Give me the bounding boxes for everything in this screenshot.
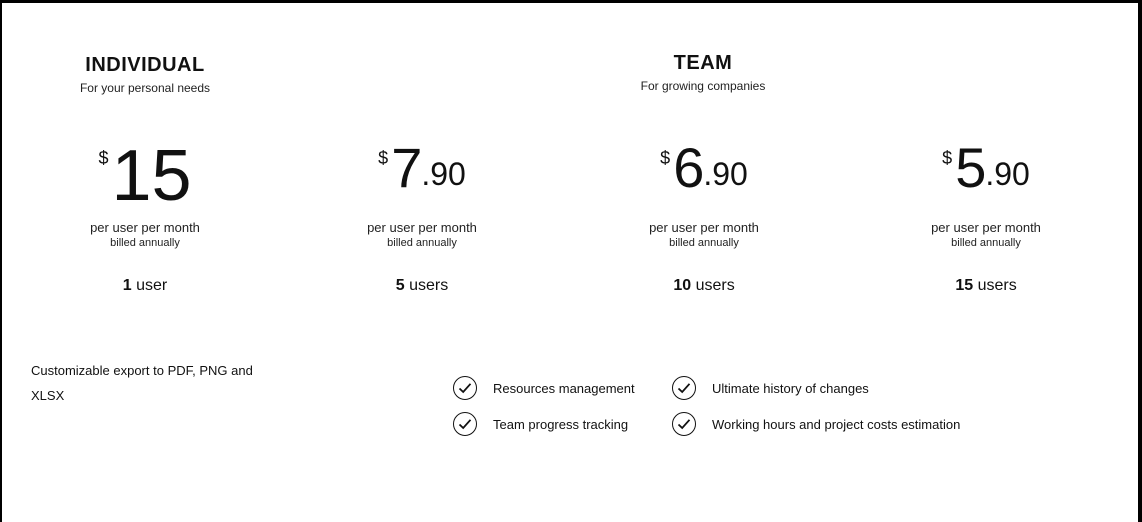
plan-card: $ 7 .90 per user per month billed annual…	[302, 140, 542, 295]
plan-card: $ 5 .90 per user per month billed annual…	[866, 140, 1106, 295]
plan-card: $ 15 per user per month billed annually …	[25, 140, 265, 295]
users-count: 15 users	[866, 277, 1106, 295]
price-period: per user per month	[649, 220, 759, 235]
users-number: 15	[955, 277, 974, 294]
price-integer: 15	[111, 136, 192, 216]
check-circle-icon	[672, 412, 696, 436]
feature-label: Ultimate history of changes	[712, 380, 869, 396]
billing-note: billed annually	[387, 237, 457, 249]
users-count: 10 users	[584, 277, 824, 295]
price: $ 15	[25, 140, 265, 220]
price-decimal: .90	[985, 156, 1030, 192]
users-number: 10	[673, 277, 692, 294]
feature-item: Team progress tracking	[453, 412, 628, 436]
users-count: 5 users	[302, 277, 542, 295]
price-decimal: .90	[421, 156, 466, 192]
price-currency: $	[98, 148, 109, 168]
individual-header: INDIVIDUAL For your personal needs	[60, 54, 230, 95]
plan-card: $ 6 .90 per user per month billed annual…	[584, 140, 824, 295]
team-header: TEAM For growing companies	[603, 52, 803, 93]
individual-title: INDIVIDUAL	[85, 54, 205, 76]
price: $ 6 .90	[584, 140, 824, 220]
billing-note: billed annually	[669, 237, 739, 249]
billing-note: billed annually	[110, 237, 180, 249]
billing-note: billed annually	[951, 237, 1021, 249]
export-feature-text: Customizable export to PDF, PNG and XLSX	[31, 363, 253, 403]
users-label: users	[977, 277, 1017, 294]
price-currency: $	[660, 148, 671, 168]
team-title: TEAM	[673, 52, 733, 74]
feature-label: Working hours and project costs estimati…	[712, 416, 961, 432]
price-period: per user per month	[367, 220, 477, 235]
check-circle-icon	[453, 412, 477, 436]
price-decimal: .90	[703, 156, 748, 192]
price-period: per user per month	[90, 220, 200, 235]
price-integer: 5	[955, 136, 986, 199]
feature-item: Resources management	[453, 376, 635, 400]
feature-label: Resources management	[493, 380, 635, 396]
check-circle-icon	[453, 376, 477, 400]
price: $ 5 .90	[866, 140, 1106, 220]
users-label: users	[695, 277, 735, 294]
users-number: 1	[122, 277, 132, 294]
price-period: per user per month	[931, 220, 1041, 235]
price-currency: $	[378, 148, 389, 168]
users-label: users	[409, 277, 449, 294]
feature-item: Ultimate history of changes	[672, 376, 869, 400]
individual-subtitle: For your personal needs	[79, 81, 211, 95]
price: $ 7 .90	[302, 140, 542, 220]
check-circle-icon	[672, 376, 696, 400]
users-count: 1 user	[25, 277, 265, 295]
users-label: user	[136, 277, 168, 294]
team-subtitle: For growing companies	[640, 79, 766, 93]
price-integer: 7	[391, 136, 422, 199]
price-integer: 6	[673, 136, 704, 199]
users-number: 5	[395, 277, 405, 294]
price-currency: $	[942, 148, 953, 168]
feature-item: Working hours and project costs estimati…	[672, 412, 960, 436]
feature-label: Team progress tracking	[493, 416, 629, 432]
